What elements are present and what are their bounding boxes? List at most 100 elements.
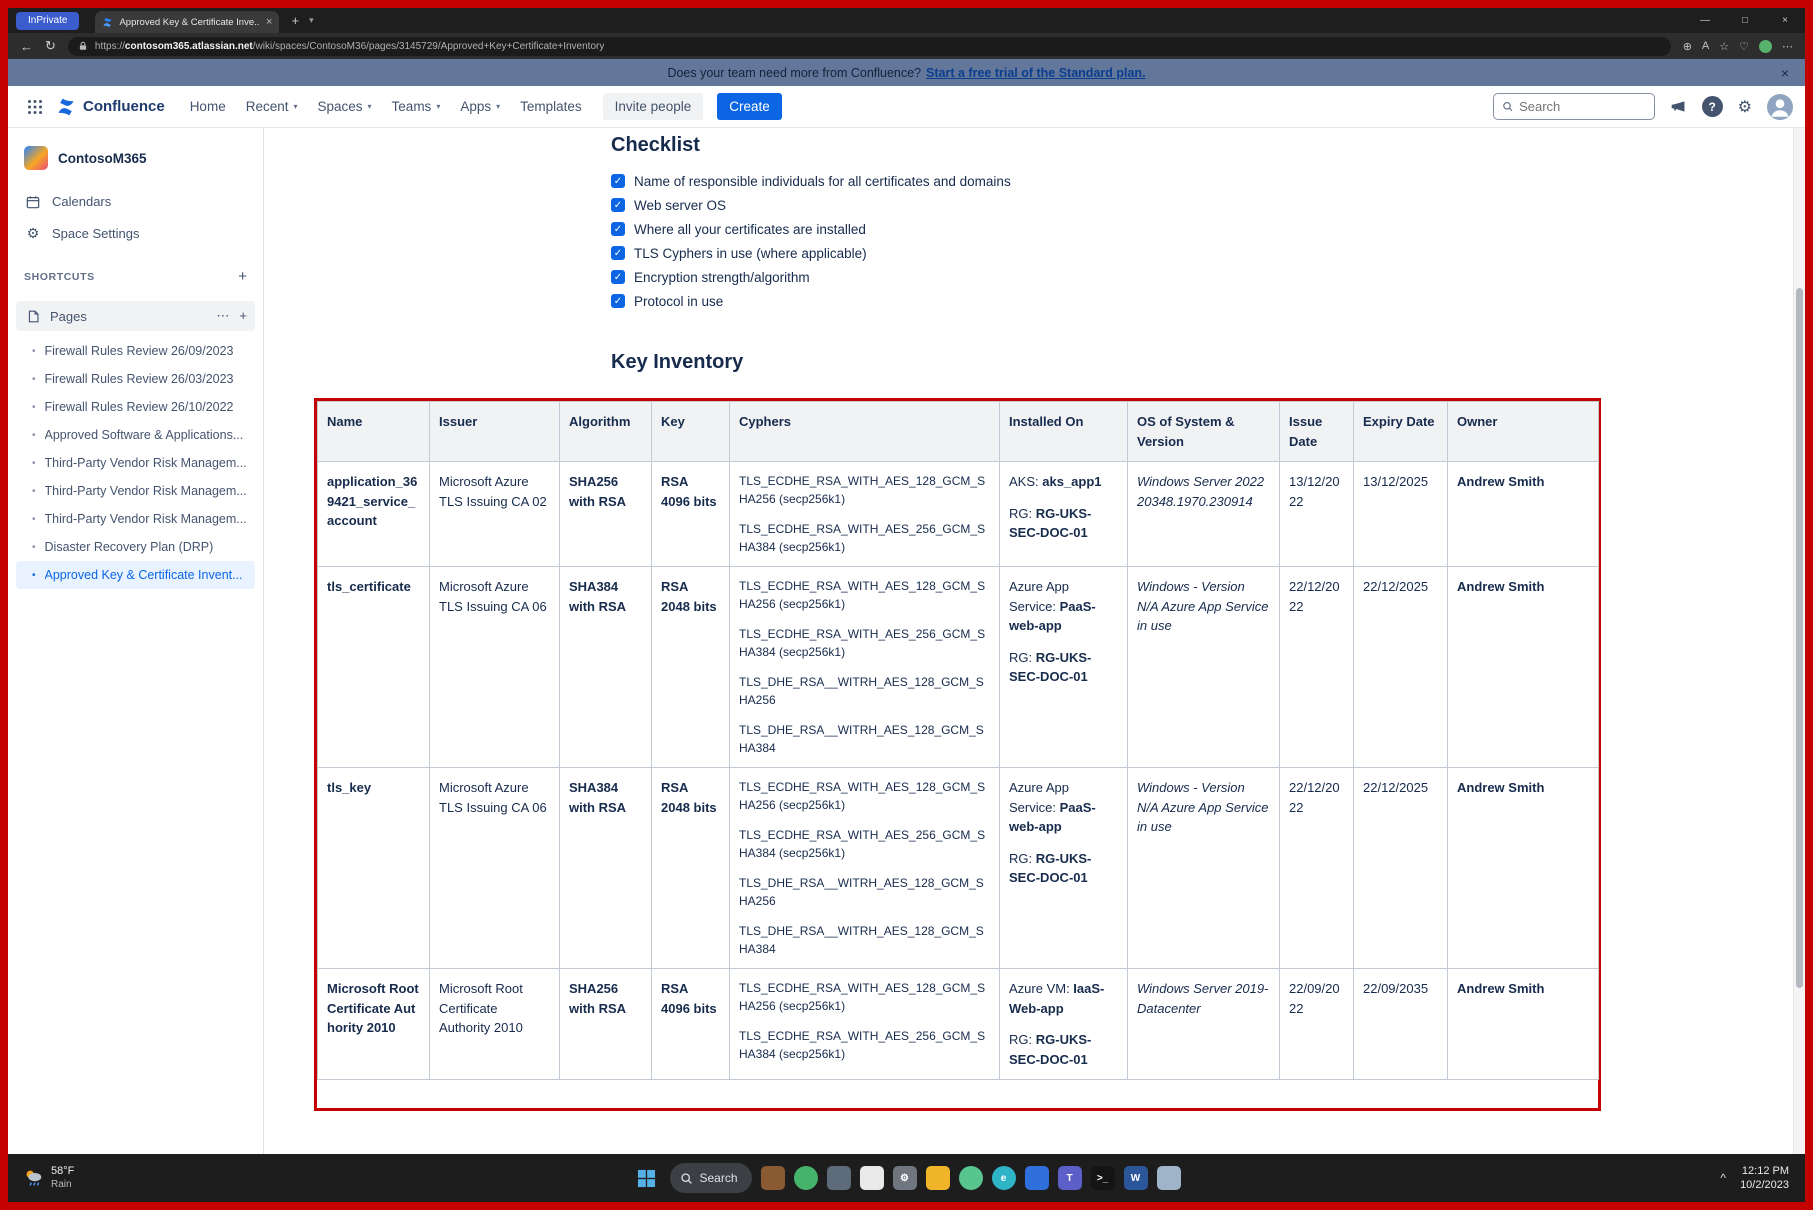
tab-close-icon[interactable]: × — [266, 16, 272, 28]
browser-tab[interactable]: Approved Key & Certificate Inve... × — [95, 11, 279, 33]
installed-on-line: Azure App Service: PaaS-web-app — [1009, 577, 1118, 636]
invite-people-button[interactable]: Invite people — [603, 93, 704, 120]
new-tab-button[interactable]: + — [291, 13, 299, 28]
nav-item-recent[interactable]: Recent▾ — [237, 93, 307, 120]
add-shortcut-icon[interactable]: + — [238, 268, 247, 285]
user-avatar[interactable] — [1767, 94, 1793, 120]
back-icon[interactable]: ← — [20, 39, 33, 54]
browser-toolbar-icons: ⊕ A ☆ ♡ ⋯ — [1683, 40, 1793, 53]
taskbar-clock[interactable]: 12:12 PM 10/2/2023 — [1740, 1164, 1789, 1193]
checklist-item: ✓TLS Cyphers in use (where applicable) — [611, 241, 1805, 265]
add-page-icon[interactable]: + — [239, 308, 247, 324]
taskbar-icon-people[interactable] — [959, 1166, 983, 1190]
maximize-button[interactable]: □ — [1725, 8, 1765, 33]
start-button[interactable] — [632, 1164, 660, 1192]
global-search[interactable] — [1493, 93, 1655, 120]
sidebar-page-item[interactable]: •Approved Key & Certificate Invent... — [16, 561, 255, 589]
announcements-megaphone-icon[interactable] — [1670, 98, 1687, 115]
table-row: tls_certificateMicrosoft Azure TLS Issui… — [318, 567, 1599, 768]
taskbar-icon-settings[interactable]: ⚙ — [893, 1166, 917, 1190]
sidebar-item-space-settings[interactable]: ⚙ Space Settings — [8, 217, 263, 250]
sidebar-page-item[interactable]: •Third-Party Vendor Risk Managem... — [16, 449, 255, 477]
sidebar-page-item[interactable]: •Firewall Rules Review 26/03/2023 — [16, 365, 255, 393]
sidebar-item-calendars[interactable]: Calendars — [8, 186, 263, 217]
pages-section-header[interactable]: Pages ⋯ + — [16, 301, 255, 331]
search-input[interactable] — [1519, 99, 1646, 114]
clock-time: 12:12 PM — [1742, 1164, 1789, 1178]
checkbox-checked-icon[interactable]: ✓ — [611, 222, 625, 236]
taskbar-icon-notebook[interactable] — [827, 1166, 851, 1190]
cypher-value: TLS_ECDHE_RSA_WITH_AES_128_GCM_SHA256 (s… — [739, 979, 990, 1015]
taskbar-icon-teams[interactable]: T — [1058, 1166, 1082, 1190]
nav-item-label: Spaces — [318, 99, 363, 114]
cell-os: Windows - Version N/A Azure App Service … — [1128, 567, 1280, 768]
nav-item-apps[interactable]: Apps▾ — [451, 93, 509, 120]
sidebar-page-item[interactable]: •Third-Party Vendor Risk Managem... — [16, 477, 255, 505]
tray-chevron-icon[interactable]: ^ — [1720, 1171, 1726, 1185]
space-avatar — [24, 146, 48, 170]
zoom-icon[interactable]: ⊕ — [1683, 40, 1692, 53]
confluence-logo-icon — [56, 97, 76, 117]
sidebar-page-item[interactable]: •Firewall Rules Review 26/10/2022 — [16, 393, 255, 421]
taskbar-icon-chat[interactable] — [860, 1166, 884, 1190]
taskbar-icon-terminal[interactable]: >_ — [1091, 1166, 1115, 1190]
checkbox-checked-icon[interactable]: ✓ — [611, 270, 625, 284]
nav-item-home[interactable]: Home — [181, 93, 235, 120]
create-button[interactable]: Create — [717, 93, 782, 120]
checkbox-checked-icon[interactable]: ✓ — [611, 246, 625, 260]
sidebar-page-item[interactable]: •Third-Party Vendor Risk Managem... — [16, 505, 255, 533]
settings-gear-icon[interactable]: ⚙ — [1738, 97, 1752, 117]
sidebar-page-item[interactable]: •Approved Software & Applications... — [16, 421, 255, 449]
minimize-button[interactable]: — — [1685, 8, 1725, 33]
cell-installed-on: Azure App Service: PaaS-web-appRG: RG-UK… — [1000, 768, 1128, 969]
taskbar-icon-defender[interactable] — [1025, 1166, 1049, 1190]
sidebar-page-item[interactable]: •Disaster Recovery Plan (DRP) — [16, 533, 255, 561]
checkbox-checked-icon[interactable]: ✓ — [611, 198, 625, 212]
url-field[interactable]: https://contosom365.atlassian.net/wiki/s… — [68, 37, 1671, 56]
nav-item-templates[interactable]: Templates — [511, 93, 591, 120]
scrollbar-thumb[interactable] — [1796, 288, 1803, 988]
taskbar-icon-copilot[interactable] — [794, 1166, 818, 1190]
cell-expiry-date: 22/09/2035 — [1354, 969, 1448, 1080]
taskbar-icon-word[interactable]: W — [1124, 1166, 1148, 1190]
banner-close-icon[interactable]: × — [1781, 65, 1789, 81]
window-controls: — □ × — [1685, 8, 1805, 33]
banner-trial-link[interactable]: Start a free trial of the Standard plan. — [926, 66, 1146, 80]
help-icon[interactable]: ? — [1702, 96, 1723, 117]
checklist-item: ✓Name of responsible individuals for all… — [611, 169, 1805, 193]
banner-text: Does your team need more from Confluence… — [667, 66, 921, 80]
refresh-icon[interactable]: ↻ — [45, 38, 56, 54]
nav-item-spaces[interactable]: Spaces▾ — [309, 93, 381, 120]
installed-on-value: aks_app1 — [1042, 474, 1101, 489]
taskbar-icon-photos[interactable] — [761, 1166, 785, 1190]
sidebar-page-item[interactable]: •Firewall Rules Review 26/09/2023 — [16, 337, 255, 365]
cypher-value: TLS_ECDHE_RSA_WITH_AES_256_GCM_SHA384 (s… — [739, 1027, 990, 1063]
page-scrollbar[interactable] — [1793, 128, 1805, 1154]
read-aloud-icon[interactable]: A — [1702, 40, 1709, 52]
taskbar-search[interactable]: Search — [669, 1163, 751, 1193]
bullet-icon: • — [32, 542, 36, 553]
taskbar-icon-edge[interactable]: e — [992, 1166, 1016, 1190]
tab-list-chevron-icon[interactable]: ▾ — [309, 15, 314, 26]
space-header[interactable]: ContosoM365 — [8, 140, 263, 176]
checkbox-checked-icon[interactable]: ✓ — [611, 174, 625, 188]
pages-more-icon[interactable]: ⋯ — [216, 308, 229, 324]
installed-on-prefix: RG: — [1009, 506, 1036, 521]
taskbar-icon-virtual-desktops[interactable] — [1157, 1166, 1181, 1190]
cell-installed-on: AKS: aks_app1RG: RG-UKS-SEC-DOC-01 — [1000, 462, 1128, 567]
confluence-logo[interactable]: Confluence — [56, 97, 165, 117]
browser-essentials-icon[interactable]: ♡ — [1739, 40, 1749, 53]
favorites-star-icon[interactable]: ☆ — [1719, 40, 1729, 53]
taskbar-icon-file-explorer[interactable] — [926, 1166, 950, 1190]
sidebar-item-label: Calendars — [52, 194, 111, 209]
profile-sync-icon[interactable] — [1759, 40, 1772, 53]
app-switcher-icon[interactable] — [20, 92, 50, 122]
close-button[interactable]: × — [1765, 8, 1805, 33]
browser-menu-icon[interactable]: ⋯ — [1782, 40, 1793, 53]
page-icon — [24, 310, 42, 323]
checkbox-checked-icon[interactable]: ✓ — [611, 294, 625, 308]
windows-taskbar: 58°F Rain Search ⚙ e T >_ W — [8, 1154, 1805, 1202]
weather-widget[interactable]: 58°F Rain — [8, 1165, 88, 1190]
cell-algorithm: SHA384 with RSA — [560, 567, 652, 768]
nav-item-teams[interactable]: Teams▾ — [383, 93, 450, 120]
